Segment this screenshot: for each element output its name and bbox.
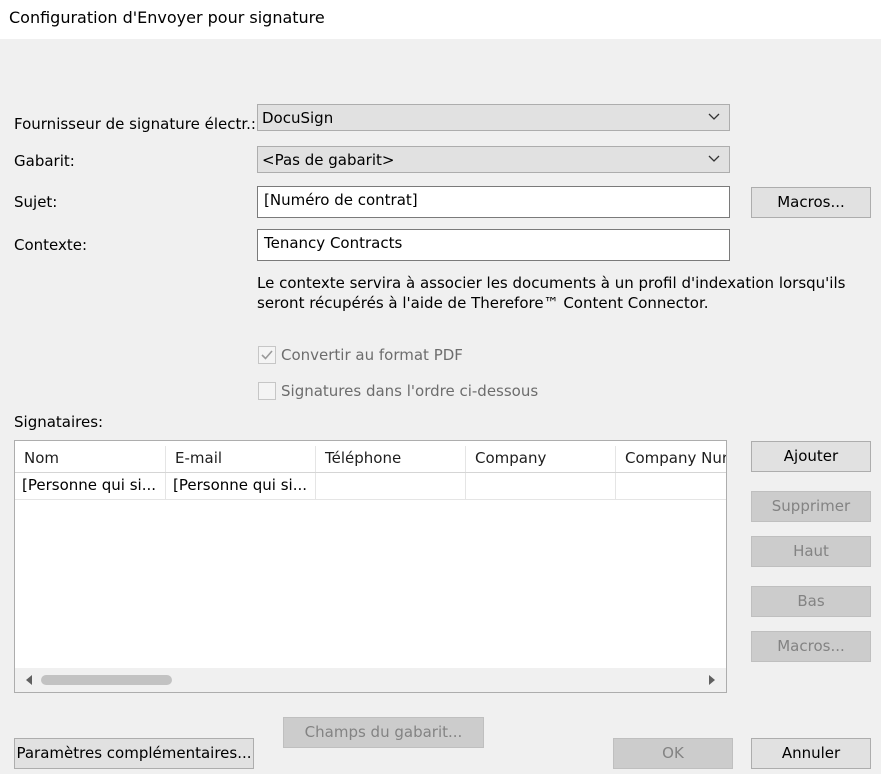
convert-pdf-checkbox[interactable] [258,346,276,364]
triangle-left-icon[interactable] [23,674,35,686]
horizontal-scrollbar[interactable] [15,668,726,692]
checkmark-icon [261,350,273,360]
remove-signer-button-label: Supprimer [771,497,851,515]
convert-pdf-label: Convertir au format PDF [281,346,463,364]
signers-label: Signataires: [14,413,104,431]
column-header-company-number[interactable]: Company Nur [616,446,726,472]
remove-signer-button[interactable]: Supprimer [751,491,871,522]
context-input[interactable]: Tenancy Contracts [257,229,730,261]
table-header: Nom E-mail Téléphone Company Company Nur [15,446,726,473]
order-checkbox[interactable] [258,382,276,400]
context-description-line2: seront récupérés à l'aide de Therefore™ … [257,294,709,312]
table-row[interactable]: [Personne qui si... [Personne qui si... [15,473,726,500]
cell-name: [Personne qui si... [15,473,166,499]
chevron-down-icon [708,155,720,162]
move-down-button-label: Bas [797,592,825,610]
window-title: Configuration d'Envoyer pour signature [9,8,325,27]
cell-phone [316,473,466,499]
add-signer-button-label: Ajouter [783,447,839,465]
additional-parameters-button[interactable]: Paramètres complémentaires... [14,738,254,769]
order-label: Signatures dans l'ordre ci-dessous [281,382,539,400]
cell-company-number [616,473,726,499]
cancel-button-label: Annuler [781,744,841,762]
move-down-button[interactable]: Bas [751,586,871,617]
context-description: Le contexte servira à associer les docum… [257,273,857,313]
provider-value: DocuSign [262,109,334,127]
provider-dropdown[interactable]: DocuSign [257,104,730,131]
title-bar: Configuration d'Envoyer pour signature [0,0,881,39]
add-signer-button[interactable]: Ajouter [751,441,871,472]
cell-company [466,473,616,499]
context-label: Contexte: [14,236,88,254]
signer-macros-button-label: Macros... [777,637,845,655]
cell-email: [Personne qui si... [166,473,316,499]
template-fields-button-label: Champs du gabarit... [304,723,463,741]
context-description-line1: Le contexte servira à associer les docum… [257,274,846,292]
subject-input[interactable]: [Numéro de contrat] [257,186,730,218]
template-fields-button[interactable]: Champs du gabarit... [283,717,484,748]
template-value: <Pas de gabarit> [262,151,395,169]
subject-macros-button[interactable]: Macros... [751,187,871,218]
template-dropdown[interactable]: <Pas de gabarit> [257,146,730,173]
column-header-name[interactable]: Nom [15,446,166,472]
column-header-phone[interactable]: Téléphone [316,446,466,472]
cancel-button[interactable]: Annuler [751,738,871,769]
move-up-button[interactable]: Haut [751,536,871,567]
scrollbar-thumb[interactable] [41,675,172,685]
template-label: Gabarit: [14,152,75,170]
column-header-email[interactable]: E-mail [166,446,316,472]
column-header-company[interactable]: Company [466,446,616,472]
subject-label: Sujet: [14,193,58,211]
provider-label: Fournisseur de signature électr.: [14,115,256,133]
ok-button-label: OK [662,744,684,762]
subject-macros-button-label: Macros... [777,193,845,211]
chevron-down-icon [708,113,720,120]
signer-macros-button[interactable]: Macros... [751,631,871,662]
additional-parameters-button-label: Paramètres complémentaires... [16,744,252,762]
signers-table[interactable]: Nom E-mail Téléphone Company Company Nur… [14,440,727,693]
triangle-right-icon[interactable] [706,674,718,686]
move-up-button-label: Haut [793,542,829,560]
ok-button[interactable]: OK [613,738,733,769]
